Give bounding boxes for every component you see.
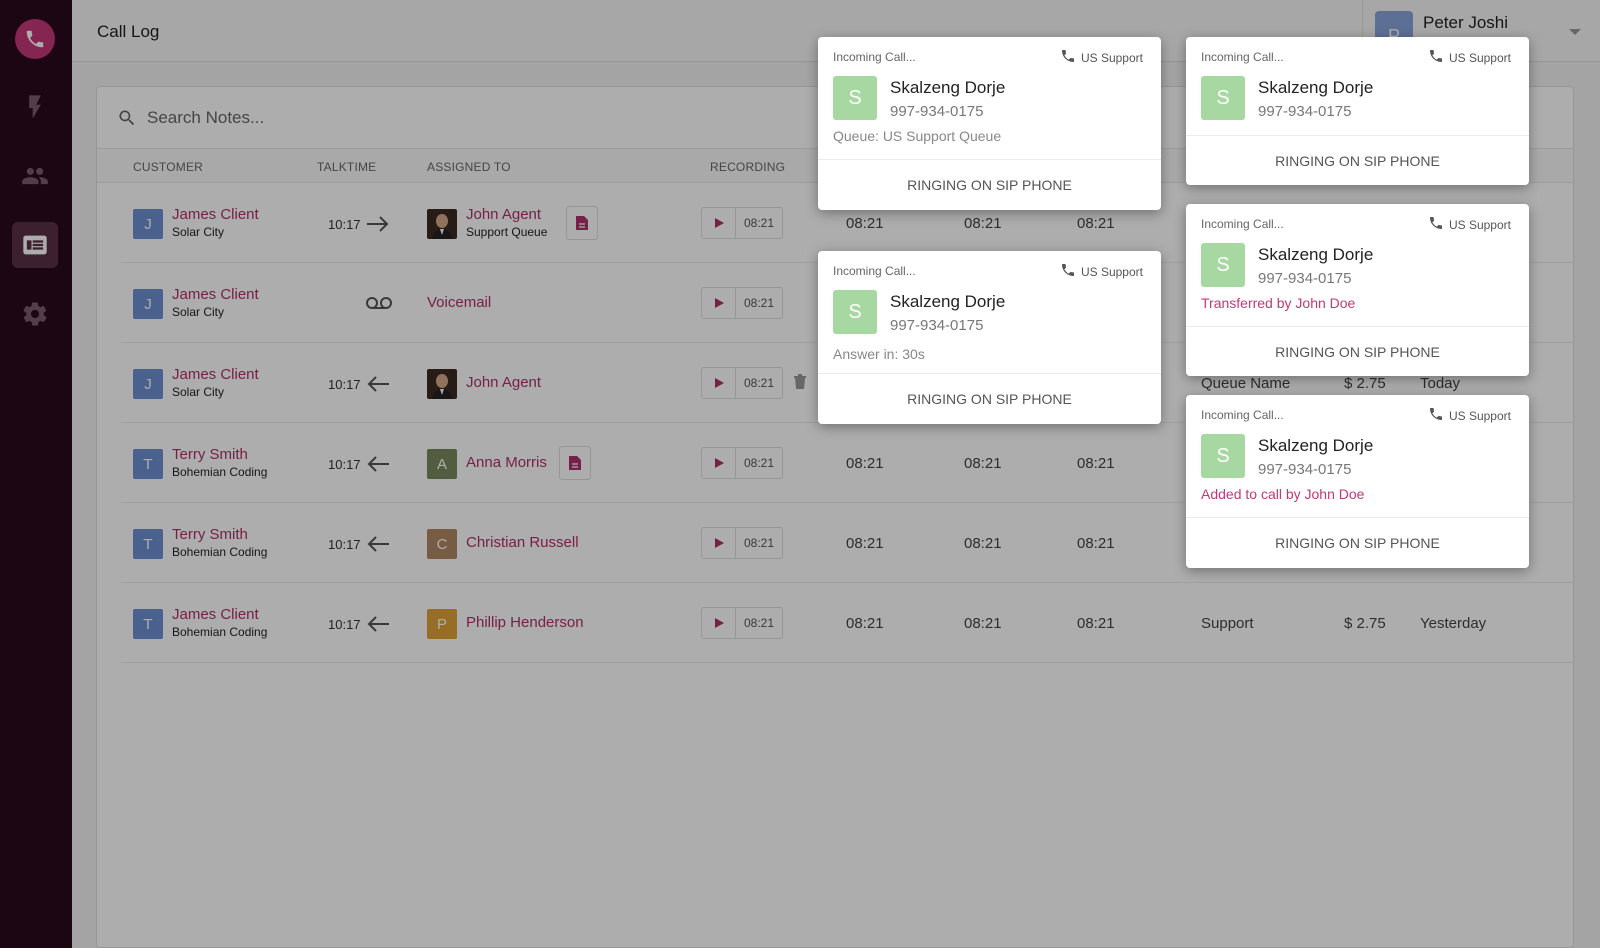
- line-info: US Support: [1428, 48, 1511, 67]
- incoming-call-popup[interactable]: Incoming Call... US Support S Skalzeng Dorj…: [1186, 204, 1529, 376]
- caller-phone: 997-934-0175: [890, 317, 984, 334]
- caller-avatar: S: [833, 290, 877, 334]
- incoming-call-label: Incoming Call...: [833, 264, 916, 278]
- caller-avatar: S: [1201, 76, 1245, 120]
- phone-icon: [1060, 48, 1076, 67]
- ringing-on-sip-phone-button[interactable]: RINGING ON SIP PHONE: [1186, 326, 1529, 376]
- call-info: Transferred by John Doe: [1201, 295, 1356, 311]
- ringing-on-sip-phone-button[interactable]: RINGING ON SIP PHONE: [818, 159, 1161, 210]
- line-info: US Support: [1060, 48, 1143, 67]
- caller-phone: 997-934-0175: [1258, 103, 1352, 120]
- caller-phone: 997-934-0175: [1258, 270, 1352, 287]
- line-info: US Support: [1428, 215, 1511, 234]
- ringing-on-sip-phone-button[interactable]: RINGING ON SIP PHONE: [1186, 517, 1529, 568]
- line-name: US Support: [1448, 217, 1511, 232]
- incoming-call-label: Incoming Call...: [833, 50, 916, 64]
- ringing-on-sip-phone-button[interactable]: RINGING ON SIP PHONE: [1186, 135, 1529, 185]
- ringing-on-sip-phone-button[interactable]: RINGING ON SIP PHONE: [818, 373, 1161, 424]
- caller-avatar: S: [1201, 243, 1245, 287]
- line-info: US Support: [1428, 406, 1511, 425]
- caller-avatar: S: [833, 76, 877, 120]
- caller-phone: 997-934-0175: [890, 103, 984, 120]
- caller-phone: 997-934-0175: [1258, 461, 1352, 478]
- caller-name: Skalzeng Dorje: [1258, 78, 1374, 97]
- caller-avatar: S: [1201, 434, 1245, 478]
- phone-icon: [1428, 215, 1444, 234]
- line-info: US Support: [1060, 262, 1143, 281]
- incoming-call-label: Incoming Call...: [1201, 408, 1284, 422]
- call-info: Answer in: 30s: [833, 346, 925, 362]
- caller-name: Skalzeng Dorje: [1258, 245, 1374, 264]
- caller-name: Skalzeng Dorje: [890, 292, 1006, 311]
- line-name: US Support: [1080, 50, 1143, 65]
- line-name: US Support: [1448, 408, 1511, 423]
- phone-icon: [1060, 262, 1076, 281]
- incoming-call-label: Incoming Call...: [1201, 50, 1284, 64]
- call-info: Added to call by John Doe: [1201, 486, 1365, 502]
- caller-name: Skalzeng Dorje: [1258, 436, 1374, 455]
- incoming-call-label: Incoming Call...: [1201, 217, 1284, 231]
- caller-name: Skalzeng Dorje: [890, 78, 1006, 97]
- phone-icon: [1428, 406, 1444, 425]
- call-info: Queue: US Support Queue: [833, 128, 1002, 144]
- line-name: US Support: [1448, 50, 1511, 65]
- incoming-call-popup[interactable]: Incoming Call... US Support S Skalzeng Dorj…: [818, 251, 1161, 424]
- phone-icon: [1428, 48, 1444, 67]
- line-name: US Support: [1080, 264, 1143, 279]
- incoming-call-popup[interactable]: Incoming Call... US Support S Skalzeng Dorj…: [1186, 37, 1529, 185]
- incoming-call-popup[interactable]: Incoming Call... US Support S Skalzeng Dorj…: [818, 37, 1161, 210]
- incoming-call-popup[interactable]: Incoming Call... US Support S Skalzeng Dorj…: [1186, 395, 1529, 568]
